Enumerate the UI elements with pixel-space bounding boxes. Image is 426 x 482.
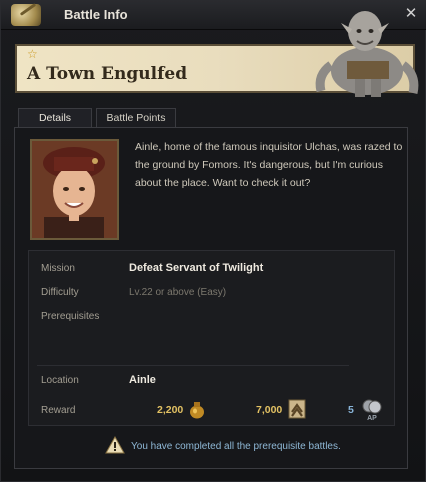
- mission-label: Mission: [41, 263, 75, 274]
- ap-reward-value: 5: [348, 404, 354, 416]
- exp-reward-value: 7,000: [256, 404, 283, 416]
- npc-dialogue: Ainle, home of the famous inquisitor Ulc…: [135, 141, 403, 189]
- fomor-creature-illustration: [315, 11, 419, 97]
- difficulty-label: Difficulty: [41, 287, 79, 298]
- mission-info-box: [28, 250, 395, 426]
- battle-info-window: Battle Info ✕ ☆ A Town Engulfed Details …: [0, 0, 426, 482]
- warning-icon: [105, 435, 125, 454]
- star-icon: ☆: [27, 47, 38, 61]
- prerequisite-notice: You have completed all the prerequisite …: [131, 441, 341, 452]
- window-title: Battle Info: [64, 7, 128, 22]
- reward-label: Reward: [41, 405, 76, 416]
- tab-battle-points[interactable]: Battle Points: [96, 108, 176, 128]
- gold-reward-value: 2,200: [157, 404, 184, 416]
- location-label: Location: [41, 375, 79, 386]
- exp-badge-icon: [288, 399, 306, 419]
- mission-value: Defeat Servant of Twilight: [129, 262, 264, 274]
- location-value: Ainle: [129, 374, 156, 386]
- npc-portrait: [30, 139, 119, 240]
- quest-title: A Town Engulfed: [27, 64, 188, 84]
- info-divider: [37, 365, 349, 366]
- battle-scroll-icon: [11, 4, 41, 26]
- difficulty-value: Lv.22 or above (Easy): [129, 287, 227, 298]
- prerequisites-label: Prerequisites: [41, 311, 100, 322]
- ap-icon: AP: [362, 399, 382, 422]
- ap-icon-text: AP: [367, 415, 377, 422]
- tab-details[interactable]: Details: [18, 108, 92, 128]
- gold-pouch-icon: [190, 402, 204, 419]
